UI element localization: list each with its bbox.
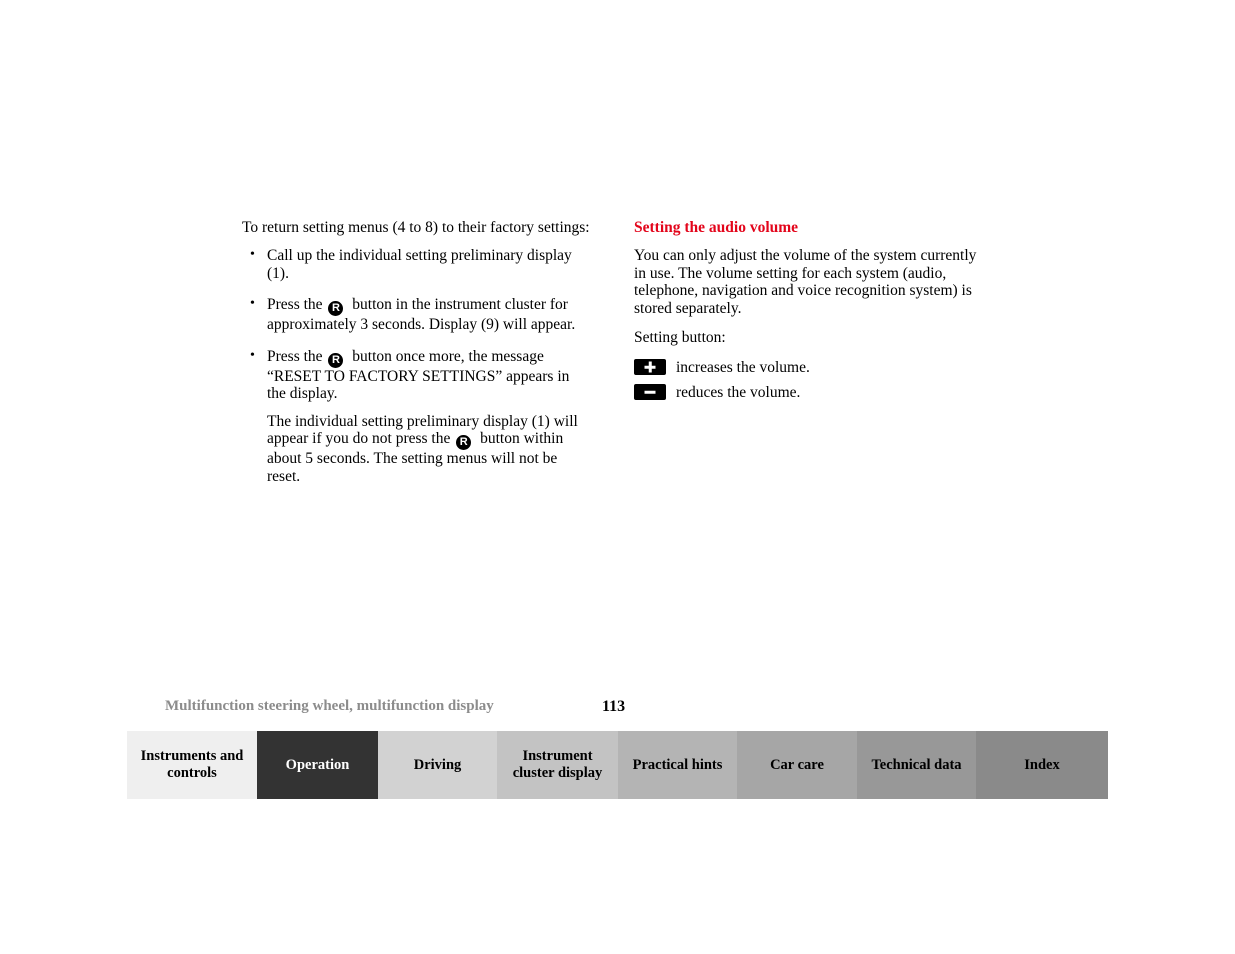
- manual-page: To return setting menus (4 to 8) to thei…: [0, 0, 1235, 954]
- tab-technical-data[interactable]: Technical data: [857, 731, 976, 799]
- tab-operation[interactable]: Operation: [257, 731, 378, 799]
- volume-increase-label: increases the volume.: [676, 358, 810, 376]
- page-number: 113: [602, 698, 626, 715]
- footer-section-title: Multifunction steering wheel, multifunct…: [165, 698, 494, 714]
- tab-car-care[interactable]: Car care: [737, 731, 857, 799]
- list-item: Press the R button once more, the messag…: [242, 347, 592, 403]
- note-paragraph: The individual setting preliminary displ…: [267, 413, 592, 486]
- left-text-column: To return setting menus (4 to 8) to thei…: [242, 219, 592, 485]
- volume-decrease-row: reduces the volume.: [634, 384, 990, 401]
- tab-label: Operation: [285, 756, 350, 773]
- tab-label: Index: [1024, 756, 1060, 773]
- reset-button-icon: R: [328, 352, 344, 368]
- tab-instruments-and-controls[interactable]: Instruments and controls: [127, 731, 257, 799]
- tab-index[interactable]: Index: [976, 731, 1108, 799]
- plus-key-icon: [634, 359, 666, 375]
- section-heading: Setting the audio volume: [634, 219, 799, 236]
- tab-practical-hints[interactable]: Practical hints: [618, 731, 737, 799]
- tab-driving[interactable]: Driving: [378, 731, 497, 799]
- body-paragraph: You can only adjust the volume of the sy…: [634, 247, 977, 317]
- procedure-bullet-list: Call up the individual setting prelimina…: [242, 246, 592, 403]
- volume-decrease-label: reduces the volume.: [676, 383, 801, 401]
- page-footer: Multifunction steering wheel, multifunct…: [165, 698, 1105, 718]
- chapter-tab-bar: Instruments and controls Operation Drivi…: [127, 731, 1108, 799]
- setting-button-label: Setting button:: [634, 329, 726, 346]
- tab-label: Practical hints: [632, 756, 723, 773]
- list-item: Press the R button in the instrument clu…: [242, 295, 592, 334]
- bullet-text: Call up the individual setting prelimina…: [267, 247, 572, 282]
- tab-label: Driving: [413, 756, 462, 773]
- reset-button-icon: R: [456, 435, 472, 450]
- tab-label: Car care: [770, 756, 824, 773]
- bullet-text: Press the: [267, 347, 323, 365]
- tab-instrument-cluster-display[interactable]: Instrument cluster display: [497, 731, 618, 799]
- list-item: Call up the individual setting prelimina…: [242, 246, 592, 282]
- right-text-column: Setting the audio volume You can only ad…: [634, 219, 990, 409]
- reset-button-icon: R: [328, 301, 344, 316]
- tab-label: Instruments and controls: [140, 748, 244, 781]
- minus-key-icon: [634, 384, 666, 400]
- intro-paragraph: To return setting menus (4 to 8) to thei…: [242, 219, 590, 236]
- tab-label: Instrument cluster display: [512, 748, 603, 781]
- tab-label: Technical data: [871, 756, 962, 773]
- bullet-text: Press the: [267, 296, 323, 313]
- volume-increase-row: increases the volume.: [634, 359, 990, 376]
